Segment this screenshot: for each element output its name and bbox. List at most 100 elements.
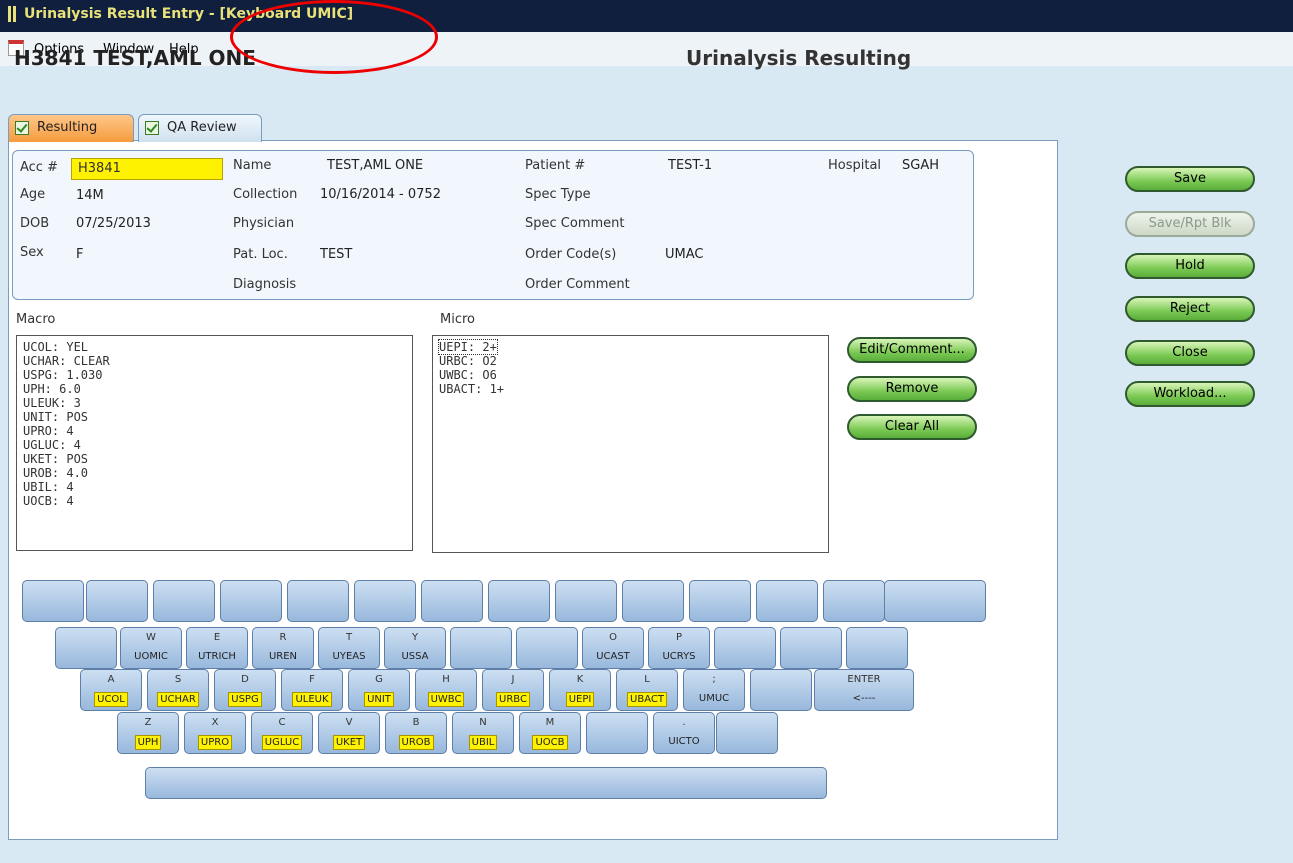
keyboard-key[interactable] xyxy=(220,580,282,622)
keyboard-key[interactable]: R UREN xyxy=(252,627,314,669)
keyboard-key[interactable] xyxy=(622,580,684,622)
keyboard-key[interactable]: J URBC xyxy=(482,669,544,711)
reject-button[interactable]: Reject xyxy=(1125,296,1255,322)
keyboard-key[interactable] xyxy=(846,627,908,669)
keyboard-key[interactable]: O UCAST xyxy=(582,627,644,669)
list-item[interactable]: UCHAR: CLEAR xyxy=(23,354,406,368)
key-letter: E xyxy=(213,632,221,643)
keyboard-key[interactable] xyxy=(555,580,617,622)
selected-item[interactable]: UEPI: 2+ xyxy=(438,339,498,355)
keyboard-key[interactable] xyxy=(55,627,117,669)
patloc-label: Pat. Loc. xyxy=(233,247,288,262)
key-code: ULEUK xyxy=(292,692,332,707)
keyboard-key[interactable] xyxy=(714,627,776,669)
save-rpt-blk-button[interactable]: Save/Rpt Blk xyxy=(1125,211,1255,237)
keyboard-key[interactable]: N UBIL xyxy=(452,712,514,754)
macro-list[interactable]: UCOL: YEL UCHAR: CLEAR USPG: 1.030 UPH: … xyxy=(16,335,413,551)
hospital-label: Hospital xyxy=(828,158,882,173)
key-letter: ENTER xyxy=(847,674,881,685)
key-letter: G xyxy=(375,674,383,685)
dob-value: 07/25/2013 xyxy=(76,216,151,231)
keyboard-key[interactable]: ; UMUC xyxy=(683,669,745,711)
keyboard-key[interactable]: X UPRO xyxy=(184,712,246,754)
key-letter: B xyxy=(412,717,420,728)
tab-qa-review[interactable]: QA Review xyxy=(138,114,262,142)
keyboard-key[interactable]: M UOCB xyxy=(519,712,581,754)
clear-all-button[interactable]: Clear All xyxy=(847,414,977,440)
close-button[interactable]: Close xyxy=(1125,340,1255,366)
keyboard-key[interactable]: H UWBC xyxy=(415,669,477,711)
space-bar-key[interactable] xyxy=(145,767,827,799)
list-item[interactable]: UOCB: 4 xyxy=(23,494,406,508)
key-code: UEPI xyxy=(565,692,595,707)
keyboard-key[interactable] xyxy=(586,712,648,754)
keyboard-key[interactable]: T UYEAS xyxy=(318,627,380,669)
keyboard-key[interactable] xyxy=(884,580,986,622)
enter-key[interactable]: ENTER <---- xyxy=(814,669,914,711)
keyboard-key[interactable] xyxy=(450,627,512,669)
keyboard-key[interactable]: A UCOL xyxy=(80,669,142,711)
keyboard-key[interactable] xyxy=(287,580,349,622)
keyboard-key[interactable]: . UICTO xyxy=(653,712,715,754)
keyboard-key[interactable]: E UTRICH xyxy=(186,627,248,669)
keyboard-key[interactable]: F ULEUK xyxy=(281,669,343,711)
keyboard-key[interactable] xyxy=(780,627,842,669)
keyboard-key[interactable] xyxy=(716,712,778,754)
patient-number-label: Patient # xyxy=(525,158,586,173)
list-item[interactable]: UBACT: 1+ xyxy=(439,382,822,396)
keyboard-key[interactable]: S UCHAR xyxy=(147,669,209,711)
keyboard-key[interactable]: K UEPI xyxy=(549,669,611,711)
list-item[interactable]: UWBC: O6 xyxy=(439,368,822,382)
list-item[interactable]: UGLUC: 4 xyxy=(23,438,406,452)
app-menu-icon[interactable] xyxy=(8,6,16,22)
age-value: 14M xyxy=(76,188,104,203)
save-button[interactable]: Save xyxy=(1125,166,1255,192)
keyboard-key[interactable] xyxy=(750,669,812,711)
keyboard-key[interactable] xyxy=(354,580,416,622)
key-code: UCOL xyxy=(94,692,128,707)
list-item[interactable]: UCOL: YEL xyxy=(23,340,406,354)
keyboard-key[interactable]: D USPG xyxy=(214,669,276,711)
list-item[interactable]: UNIT: POS xyxy=(23,410,406,424)
keyboard-key[interactable]: Y USSA xyxy=(384,627,446,669)
hold-button[interactable]: Hold xyxy=(1125,253,1255,279)
keyboard-key[interactable]: B UROB xyxy=(385,712,447,754)
keyboard-key[interactable] xyxy=(153,580,215,622)
acc-number-field[interactable]: H3841 xyxy=(71,158,223,180)
keyboard-key[interactable]: W UOMIC xyxy=(120,627,182,669)
keyboard-key[interactable]: L UBACT xyxy=(616,669,678,711)
keyboard-key[interactable]: V UKET xyxy=(318,712,380,754)
key-code: UCAST xyxy=(596,651,630,662)
list-item[interactable]: ULEUK: 3 xyxy=(23,396,406,410)
list-item[interactable]: URBC: O2 xyxy=(439,354,822,368)
keyboard-key[interactable] xyxy=(756,580,818,622)
keyboard-key[interactable]: C UGLUC xyxy=(251,712,313,754)
tab-resulting[interactable]: Resulting xyxy=(8,114,134,142)
list-item[interactable]: UEPI: 2+ xyxy=(438,339,822,355)
keyboard-key[interactable] xyxy=(823,580,885,622)
list-item[interactable]: USPG: 1.030 xyxy=(23,368,406,382)
remove-button[interactable]: Remove xyxy=(847,376,977,402)
workload-button[interactable]: Workload... xyxy=(1125,381,1255,407)
key-letter: H xyxy=(442,674,450,685)
list-item[interactable]: UBIL: 4 xyxy=(23,480,406,494)
micro-list[interactable]: UEPI: 2+ URBC: O2 UWBC: O6 UBACT: 1+ xyxy=(432,335,829,553)
keyboard-key[interactable]: Z UPH xyxy=(117,712,179,754)
key-code: UICTO xyxy=(668,736,700,747)
edit-comment-button[interactable]: Edit/Comment... xyxy=(847,337,977,363)
keyboard-key[interactable] xyxy=(421,580,483,622)
keyboard-key[interactable]: G UNIT xyxy=(348,669,410,711)
list-item[interactable]: UKET: POS xyxy=(23,452,406,466)
list-item[interactable]: UROB: 4.0 xyxy=(23,466,406,480)
keyboard-key[interactable] xyxy=(516,627,578,669)
list-item[interactable]: UPRO: 4 xyxy=(23,424,406,438)
keyboard-key[interactable] xyxy=(86,580,148,622)
key-code: UROB xyxy=(398,735,434,750)
list-item[interactable]: UPH: 6.0 xyxy=(23,382,406,396)
keyboard-key[interactable] xyxy=(689,580,751,622)
keyboard-key[interactable] xyxy=(488,580,550,622)
key-code: UCHAR xyxy=(157,692,199,707)
keyboard-key[interactable] xyxy=(22,580,84,622)
keyboard-key[interactable]: P UCRYS xyxy=(648,627,710,669)
key-code: UGLUC xyxy=(261,735,303,750)
